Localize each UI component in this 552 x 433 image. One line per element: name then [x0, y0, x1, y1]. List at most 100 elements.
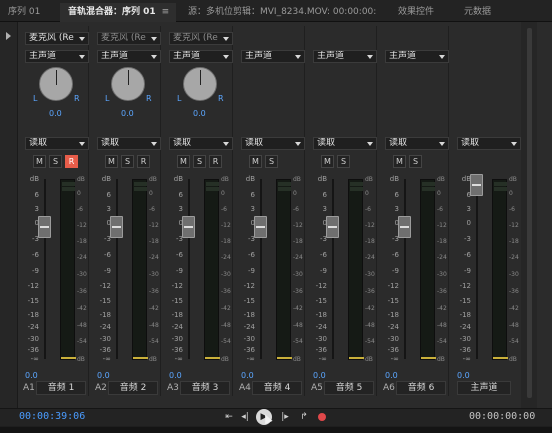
- meter-scale-tick: -24: [365, 254, 375, 261]
- automation-mode-select[interactable]: 读取: [241, 137, 305, 150]
- fader-scale-tick: -36: [99, 346, 111, 354]
- level-meter: [492, 179, 508, 360]
- volume-fader[interactable]: [38, 216, 51, 238]
- meter-scale-tick: dB: [293, 176, 301, 183]
- automation-mode-select[interactable]: 读取: [457, 137, 521, 150]
- automation-mode-select[interactable]: 读取: [385, 137, 449, 150]
- tab-audio-track-mixer[interactable]: 音轨混合器：序列 01 ≡: [60, 3, 176, 22]
- mute-button[interactable]: M: [177, 155, 190, 168]
- mute-button[interactable]: M: [393, 155, 406, 168]
- fader-scale-tick: 6: [34, 191, 39, 199]
- volume-value[interactable]: 0.0: [169, 371, 182, 380]
- track-name[interactable]: 主声道: [457, 381, 511, 395]
- record-enable-button[interactable]: R: [137, 155, 150, 168]
- pan-knob[interactable]: [111, 67, 145, 101]
- volume-fader[interactable]: [470, 174, 483, 196]
- go-to-in-point-icon[interactable]: ⇤: [222, 410, 236, 424]
- solo-button[interactable]: S: [337, 155, 350, 168]
- output-routing-select[interactable]: 主声道: [313, 50, 377, 63]
- expand-arrow-icon[interactable]: [6, 32, 11, 40]
- meter-scale-tick: 0: [77, 190, 81, 197]
- current-timecode[interactable]: 00:00:39:06: [19, 411, 85, 422]
- tab-metadata[interactable]: 元数据: [456, 3, 506, 22]
- output-routing-select[interactable]: 主声道: [169, 50, 233, 63]
- fader-scale-tick: -15: [99, 297, 111, 305]
- fader-scale-tick: 0: [466, 219, 471, 227]
- track-name[interactable]: 音频 6: [396, 381, 446, 395]
- scrollbar-thumb[interactable]: [527, 28, 532, 398]
- mute-button[interactable]: M: [33, 155, 46, 168]
- input-select[interactable]: 麦克风 (Re: [25, 32, 89, 45]
- output-routing-select[interactable]: 主声道: [25, 50, 89, 63]
- output-routing-select[interactable]: 主声道: [241, 50, 305, 63]
- tab-effect-controls[interactable]: 效果控件: [390, 3, 446, 22]
- volume-value[interactable]: 0.0: [457, 371, 470, 380]
- scrollbar[interactable]: [521, 22, 537, 408]
- fader-scale-tick: -∞: [390, 355, 399, 363]
- mute-button[interactable]: M: [105, 155, 118, 168]
- input-select[interactable]: 麦克风 (Re: [97, 32, 161, 45]
- track-name[interactable]: 音频 1: [36, 381, 86, 395]
- volume-fader[interactable]: [254, 216, 267, 238]
- output-routing-select[interactable]: 主声道: [385, 50, 449, 63]
- step-back-icon[interactable]: ◂|: [238, 410, 252, 424]
- record-enable-button[interactable]: R: [209, 155, 222, 168]
- pan-value[interactable]: 0.0: [49, 109, 62, 118]
- record-icon[interactable]: [315, 410, 329, 424]
- input-select[interactable]: 麦克风 (Re: [169, 32, 233, 45]
- volume-fader[interactable]: [398, 216, 411, 238]
- solo-button[interactable]: S: [193, 155, 206, 168]
- chevron-down-icon: [367, 55, 373, 59]
- tab-sequence[interactable]: 序列 01: [0, 3, 44, 22]
- solo-button[interactable]: S: [409, 155, 422, 168]
- mute-button[interactable]: M: [321, 155, 334, 168]
- pan-value[interactable]: 0.0: [193, 109, 206, 118]
- automation-mode-select[interactable]: 读取: [169, 137, 233, 150]
- panel-menu-icon[interactable]: ≡: [162, 7, 170, 17]
- track-name[interactable]: 音频 4: [252, 381, 302, 395]
- step-forward-icon[interactable]: |▸: [278, 410, 292, 424]
- tab-label: 序列 01: [8, 7, 41, 17]
- pan-value[interactable]: 0.0: [121, 109, 134, 118]
- volume-value[interactable]: 0.0: [385, 371, 398, 380]
- volume-value[interactable]: 0.0: [241, 371, 254, 380]
- track-name[interactable]: 音频 3: [180, 381, 230, 395]
- meter-scale-tick: dB: [437, 176, 445, 183]
- fader-scale-tick: -24: [315, 323, 327, 331]
- meter-scale: dB 0 -6 -12 -18 -24 -30 -36 -42 -48 -54 dB: [149, 176, 161, 364]
- automation-mode-select[interactable]: 读取: [97, 137, 161, 150]
- effects-toggle-strip[interactable]: [0, 22, 18, 408]
- solo-button[interactable]: S: [49, 155, 62, 168]
- meter-scale-tick: -6: [437, 206, 443, 213]
- pan-knob[interactable]: [183, 67, 217, 101]
- volume-fader[interactable]: [182, 216, 195, 238]
- solo-button[interactable]: S: [121, 155, 134, 168]
- fader-scale-tick: -18: [315, 311, 327, 319]
- meter-scale-tick: dB: [365, 176, 373, 183]
- record-enable-button[interactable]: R: [65, 155, 78, 168]
- meter-scale-tick: -12: [293, 222, 303, 229]
- volume-fader[interactable]: [110, 216, 123, 238]
- meter-scale-tick: -48: [149, 322, 159, 329]
- volume-value[interactable]: 0.0: [25, 371, 38, 380]
- chevron-down-icon: [223, 55, 229, 59]
- track-id: A2: [95, 383, 107, 393]
- mute-button[interactable]: M: [249, 155, 262, 168]
- pan-knob[interactable]: [39, 67, 73, 101]
- tab-source[interactable]: 源：多机位剪辑：MVI_8234.MOV: 00:00:00:00: [180, 3, 376, 22]
- automation-mode-select[interactable]: 读取: [313, 137, 377, 150]
- track-name[interactable]: 音频 5: [324, 381, 374, 395]
- track-name[interactable]: 音频 2: [108, 381, 158, 395]
- volume-value[interactable]: 0.0: [313, 371, 326, 380]
- meter-peak-segment: [494, 187, 507, 191]
- fader-scale-tick: -18: [387, 311, 399, 319]
- output-routing-select[interactable]: 主声道: [97, 50, 161, 63]
- automation-mode-select[interactable]: 读取: [25, 137, 89, 150]
- loop-icon[interactable]: ↱: [297, 410, 311, 424]
- solo-button[interactable]: S: [265, 155, 278, 168]
- fader-rail: [404, 179, 406, 359]
- volume-fader[interactable]: [326, 216, 339, 238]
- fader-scale-tick: -6: [104, 251, 111, 259]
- fader-scale-tick: -6: [32, 251, 39, 259]
- volume-value[interactable]: 0.0: [97, 371, 110, 380]
